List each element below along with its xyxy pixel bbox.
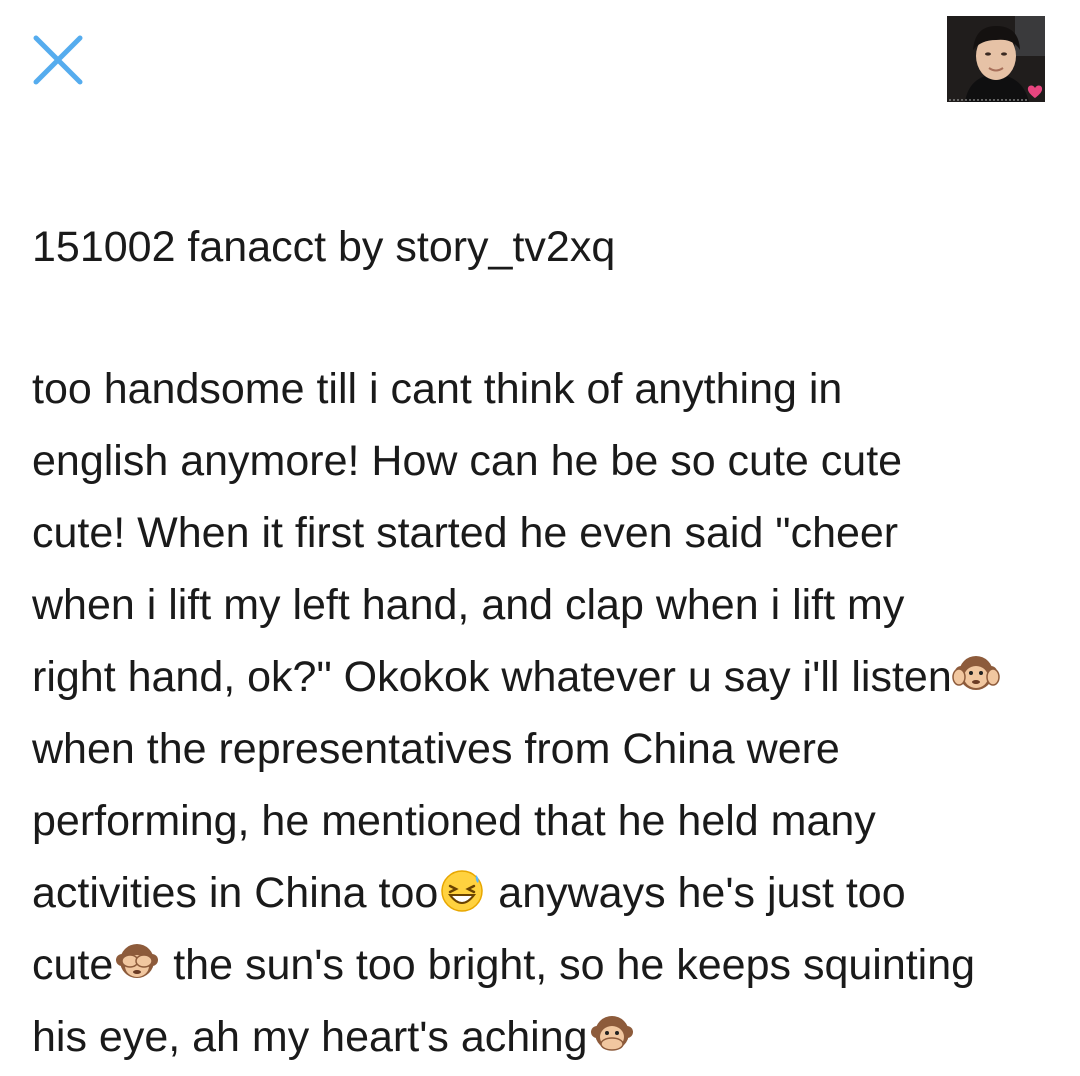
laughing-face-icon: [441, 870, 484, 912]
post-body: too handsome till i cant think of anythi…: [32, 353, 1062, 1073]
hear-no-evil-monkey-icon: [952, 656, 1000, 690]
body-line-8-text-a: activities in China too: [32, 869, 439, 917]
post-title: 151002 fanacct by story_tv2xq: [32, 223, 616, 271]
body-line-8-text-b: anyways he's just too: [486, 869, 906, 917]
body-line-8: activities in China too anyways he's jus…: [32, 857, 1062, 929]
body-line-5-text: right hand, ok?" Okokok whatever u say i…: [32, 653, 952, 701]
body-line-3: cute! When it first started he even said…: [32, 509, 899, 557]
body-line-2: english anymore! How can he be so cute c…: [32, 437, 903, 485]
body-line-7: performing, he mentioned that he held ma…: [32, 797, 876, 845]
body-line-9: cute the sun's too bright, so he keeps s…: [32, 929, 1062, 1001]
body-line-9-text-a: cute: [32, 941, 114, 989]
see-no-evil-monkey-icon: [116, 944, 159, 978]
body-line-6: when the representatives from China were: [32, 725, 840, 773]
close-icon: [33, 35, 83, 85]
avatar[interactable]: [947, 16, 1045, 102]
body-line-4: when i lift my left hand, and clap when …: [32, 581, 905, 629]
body-line-5: right hand, ok?" Okokok whatever u say i…: [32, 641, 1062, 713]
body-line-1: too handsome till i cant think of anythi…: [32, 365, 843, 413]
body-line-10: his eye, ah my heart's aching: [32, 1001, 1062, 1073]
body-line-10-text: his eye, ah my heart's aching: [32, 1013, 588, 1061]
close-button[interactable]: [28, 30, 88, 90]
speak-no-evil-monkey-icon: [590, 1016, 633, 1051]
body-line-9-text-b: the sun's too bright, so he keeps squint…: [161, 941, 976, 989]
